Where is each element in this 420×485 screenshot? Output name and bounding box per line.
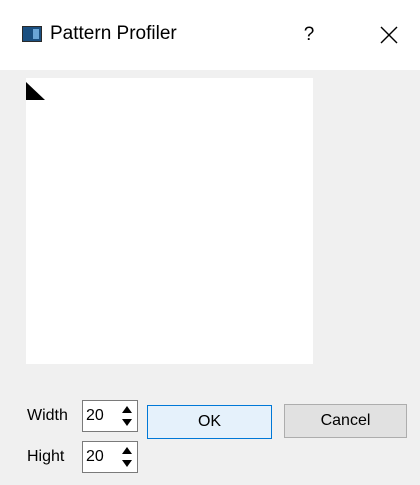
app-icon <box>22 26 42 42</box>
title-bar: Pattern Profiler ? <box>0 0 420 70</box>
pattern-canvas[interactable] <box>26 78 313 364</box>
ok-button[interactable]: OK <box>147 405 272 439</box>
width-value[interactable]: 20 <box>86 407 104 425</box>
pattern-profiler-dialog: Pattern Profiler ? Width 20 Hight 20 OK … <box>0 0 420 485</box>
hight-spinbox[interactable]: 20 <box>82 441 138 473</box>
help-button[interactable]: ? <box>294 18 324 52</box>
width-increment-icon[interactable] <box>119 403 135 416</box>
window-title: Pattern Profiler <box>50 23 177 44</box>
close-icon <box>380 26 398 44</box>
hight-value[interactable]: 20 <box>86 448 104 466</box>
width-spinbox[interactable]: 20 <box>82 400 138 432</box>
hight-increment-icon[interactable] <box>119 444 135 457</box>
corner-triangle-icon <box>26 82 45 100</box>
hight-decrement-icon[interactable] <box>119 457 135 470</box>
close-button[interactable] <box>372 18 406 52</box>
width-label: Width <box>27 407 68 424</box>
width-decrement-icon[interactable] <box>119 416 135 429</box>
hight-label: Hight <box>27 448 65 465</box>
cancel-button[interactable]: Cancel <box>284 404 407 438</box>
